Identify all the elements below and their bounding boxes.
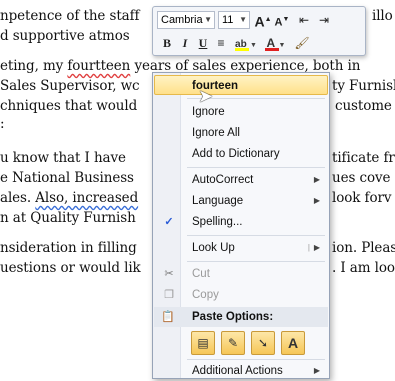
menu-item-cut[interactable]: ✂ Cut bbox=[154, 264, 328, 284]
highlight-button[interactable]: ab ▼ bbox=[233, 34, 259, 52]
bold-button[interactable]: B bbox=[159, 34, 175, 52]
doc-line: ales. Also, increased bbox=[0, 190, 139, 206]
menu-separator bbox=[187, 359, 325, 360]
submenu-arrow-icon: ▶ bbox=[313, 175, 320, 184]
chevron-down-icon: ▼ bbox=[204, 15, 212, 24]
spelling-check-icon: ✓ bbox=[164, 216, 174, 228]
chevron-down-icon: ▼ bbox=[250, 42, 257, 49]
doc-line-right: ty Furnish bbox=[332, 78, 395, 94]
doc-line: : bbox=[0, 116, 5, 132]
copy-icon: ❐ bbox=[164, 289, 174, 301]
spelling-suggestion-fourteen[interactable]: fourteen bbox=[154, 75, 328, 95]
menu-item-language[interactable]: Language ▶ bbox=[154, 191, 328, 211]
format-painter-icon[interactable]: 🖌 bbox=[293, 34, 311, 52]
paste-merge-formatting-icon[interactable]: ✎ bbox=[221, 331, 245, 355]
doc-line: u know that I have bbox=[0, 150, 126, 166]
mouse-pointer-icon: ➤ bbox=[198, 86, 214, 106]
submenu-arrow-icon: ▶ bbox=[313, 243, 320, 252]
font-name-value: Cambria bbox=[161, 14, 203, 26]
menu-separator bbox=[187, 167, 325, 168]
doc-line: Sales Supervisor, wc bbox=[0, 78, 140, 94]
mini-toolbar: Cambria ▼ 11 ▼ A▲ A▼ ⇤ ⇥ B I U ≡ ab ▼ A … bbox=[152, 6, 366, 56]
menu-separator bbox=[187, 261, 325, 262]
doc-line-right: . I am loo bbox=[332, 260, 395, 276]
menu-item-additional-actions[interactable]: Additional Actions ▶ bbox=[154, 361, 328, 381]
font-color-swatch bbox=[265, 48, 279, 51]
chevron-down-icon: ▼ bbox=[278, 42, 286, 49]
chevron-down-icon: ▼ bbox=[239, 15, 247, 24]
doc-line: npetence of the staff bbox=[0, 8, 140, 24]
doc-line: chniques that would bbox=[0, 98, 138, 114]
paste-picture-icon[interactable]: ➘ bbox=[251, 331, 275, 355]
submenu-arrow-icon: ▶ bbox=[313, 366, 320, 375]
clipboard-icon: 📋 bbox=[161, 311, 175, 323]
menu-separator bbox=[187, 235, 325, 236]
center-align-icon[interactable]: ≡ bbox=[213, 34, 229, 52]
doc-line: uestions or would lik bbox=[0, 260, 141, 276]
doc-line-right: tificate fr bbox=[332, 150, 395, 166]
doc-line-right: illo bbox=[372, 8, 393, 24]
doc-line-right: look forv bbox=[332, 190, 392, 206]
menu-item-autocorrect[interactable]: AutoCorrect ▶ bbox=[154, 170, 328, 190]
menu-item-ignore[interactable]: Ignore bbox=[154, 102, 328, 122]
doc-line: n at Quality Furnish bbox=[0, 210, 136, 226]
context-menu: fourteen Ignore Ignore All Add to Dictio… bbox=[152, 72, 330, 379]
underline-button[interactable]: U bbox=[195, 34, 211, 52]
font-color-button[interactable]: A ▼ bbox=[263, 34, 289, 52]
italic-button[interactable]: I bbox=[177, 34, 193, 52]
doc-line-right: ion. Pleas bbox=[332, 240, 395, 256]
highlight-color-swatch bbox=[235, 48, 249, 51]
doc-line-right: ues cove bbox=[332, 170, 391, 186]
paste-keep-text-only-icon[interactable]: A bbox=[281, 331, 305, 355]
scissors-icon: ✂ bbox=[164, 268, 174, 280]
menu-item-copy[interactable]: ❐ Copy bbox=[154, 285, 328, 305]
decrease-indent-icon[interactable]: ⇤ bbox=[295, 11, 313, 29]
menu-item-ignore-all[interactable]: Ignore All bbox=[154, 123, 328, 143]
grow-font-button[interactable]: A▲ bbox=[254, 11, 272, 30]
paste-options-header: 📋 Paste Options: bbox=[154, 307, 328, 327]
doc-line-right: custome bbox=[335, 98, 392, 114]
doc-line: nsideration in filling bbox=[0, 240, 137, 256]
font-size-value: 11 bbox=[222, 14, 234, 26]
increase-indent-icon[interactable]: ⇥ bbox=[315, 11, 333, 29]
menu-item-look-up[interactable]: Look Up | ▶ bbox=[154, 238, 328, 258]
submenu-arrow-icon: ▶ bbox=[313, 196, 320, 205]
shrink-font-button[interactable]: A▼ bbox=[274, 11, 290, 29]
menu-item-add-to-dictionary[interactable]: Add to Dictionary bbox=[154, 144, 328, 164]
font-size-select[interactable]: 11 ▼ bbox=[218, 11, 250, 29]
paste-keep-source-formatting-icon[interactable]: ▤ bbox=[191, 331, 215, 355]
font-name-select[interactable]: Cambria ▼ bbox=[157, 11, 215, 29]
doc-line: d supportive atmos bbox=[0, 28, 130, 44]
menu-item-spelling[interactable]: ✓ Spelling... bbox=[154, 212, 328, 232]
doc-line: e National Business bbox=[0, 170, 134, 186]
